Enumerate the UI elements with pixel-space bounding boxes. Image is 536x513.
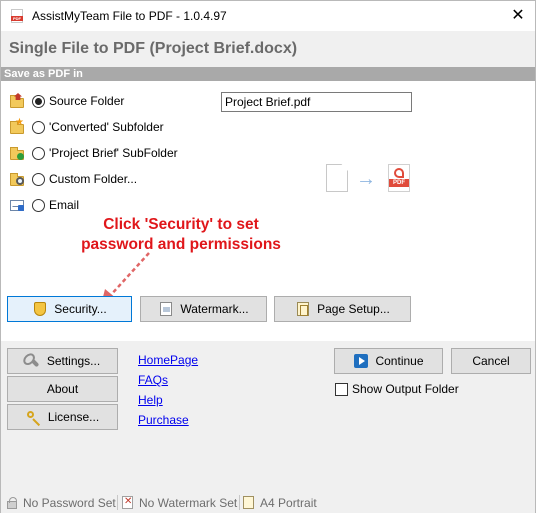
radio-email[interactable] [32, 198, 45, 212]
show-output-folder-option[interactable]: Show Output Folder [335, 382, 459, 396]
folder-add-icon [9, 145, 25, 161]
page-setup-button[interactable]: Page Setup... [274, 296, 411, 322]
status-watermark: No Watermark Set [121, 496, 237, 510]
link-homepage[interactable]: HomePage [138, 353, 198, 367]
status-divider [117, 495, 118, 510]
cancel-button[interactable]: Cancel [451, 348, 531, 374]
callout-line-1: Click 'Security' to set [103, 216, 259, 233]
status-password: No Password Set [5, 496, 116, 510]
watermark-button-label: Watermark... [180, 302, 249, 316]
header: Single File to PDF (Project Brief.docx) [1, 31, 535, 67]
watermark-button[interactable]: Watermark... [140, 296, 267, 322]
wrench-icon [25, 353, 41, 369]
page-setup-icon [295, 301, 311, 317]
section-bar: Save as PDF in [1, 67, 535, 81]
window-title: AssistMyTeam File to PDF - 1.0.4.97 [32, 9, 227, 23]
email-icon [9, 197, 25, 213]
option-label: Source Folder [49, 94, 125, 108]
about-button[interactable]: About [7, 376, 118, 402]
radio-custom-folder[interactable] [32, 172, 45, 186]
radio-source-folder[interactable] [32, 94, 45, 108]
play-icon [353, 353, 369, 369]
continue-button-label: Continue [375, 354, 424, 368]
pdf-file-icon: PDF [388, 164, 410, 192]
about-button-label: About [46, 382, 79, 396]
shield-icon [32, 301, 48, 317]
close-button[interactable]: ✕ [506, 5, 530, 27]
license-button-label: License... [47, 410, 100, 424]
link-faqs[interactable]: FAQs [138, 373, 168, 387]
option-custom-folder[interactable]: Custom Folder... [9, 169, 137, 189]
app-icon-label: PDF [11, 16, 23, 21]
page-title: Single File to PDF (Project Brief.docx) [9, 40, 298, 57]
folder-search-icon [9, 171, 25, 187]
section-label: Save as PDF in [4, 68, 83, 80]
title-bar: PDF AssistMyTeam File to PDF - 1.0.4.97 … [1, 1, 535, 31]
show-output-folder-checkbox[interactable] [335, 382, 348, 396]
document-icon [326, 164, 348, 192]
option-label: Email [49, 198, 80, 212]
watermark-icon [158, 301, 174, 317]
link-purchase[interactable]: Purchase [138, 413, 189, 427]
radio-project-subfolder[interactable] [32, 146, 45, 160]
page-setup-button-label: Page Setup... [317, 302, 390, 316]
option-label: 'Project Brief' SubFolder [49, 146, 178, 160]
pdf-file-label: PDF [389, 179, 409, 187]
option-label: Custom Folder... [49, 172, 138, 186]
show-output-folder-label: Show Output Folder [352, 382, 459, 396]
option-source-folder[interactable]: Source Folder [9, 91, 124, 111]
link-help[interactable]: Help [138, 393, 163, 407]
cancel-button-label: Cancel [472, 354, 510, 368]
option-converted-subfolder[interactable]: ★ 'Converted' Subfolder [9, 117, 164, 137]
option-project-subfolder[interactable]: 'Project Brief' SubFolder [9, 143, 178, 163]
security-button[interactable]: Security... [7, 296, 132, 322]
no-watermark-icon [121, 496, 135, 510]
status-divider [239, 495, 240, 510]
status-password-text: No Password Set [23, 496, 116, 510]
page-icon [242, 496, 256, 510]
lock-icon [5, 496, 19, 510]
pdf-app-icon: PDF [11, 9, 23, 23]
status-page: A4 Portrait [242, 496, 317, 510]
continue-button[interactable]: Continue [334, 348, 443, 374]
settings-button[interactable]: Settings... [7, 348, 118, 374]
status-bar: No Password Set No Watermark Set A4 Port… [1, 492, 535, 513]
settings-button-label: Settings... [46, 354, 101, 368]
radio-converted-subfolder[interactable] [32, 120, 45, 134]
option-email[interactable]: Email [9, 195, 79, 215]
key-icon [26, 409, 42, 425]
app-window: PDF AssistMyTeam File to PDF - 1.0.4.97 … [0, 0, 536, 513]
folder-star-icon: ★ [9, 118, 25, 135]
status-page-text: A4 Portrait [260, 496, 317, 510]
license-button[interactable]: License... [7, 404, 118, 430]
option-label: 'Converted' Subfolder [49, 120, 164, 134]
folder-home-icon [9, 93, 25, 109]
callout-line-2: password and permissions [81, 236, 281, 253]
security-button-label: Security... [54, 302, 107, 316]
filename-input[interactable] [221, 92, 412, 112]
arrow-right-icon: → [356, 168, 376, 190]
security-callout: Click 'Security' to set password and per… [1, 215, 361, 255]
status-watermark-text: No Watermark Set [139, 496, 238, 510]
